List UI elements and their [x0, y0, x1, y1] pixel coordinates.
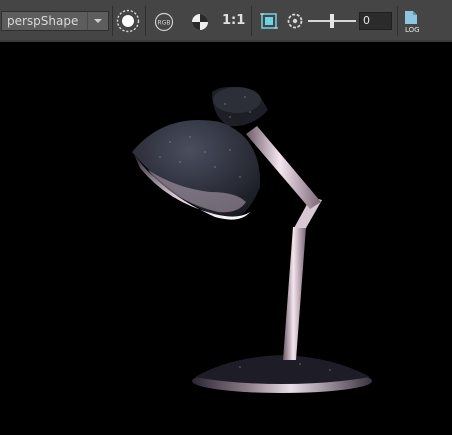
rgb-channel-icon[interactable]: RGB	[154, 12, 174, 36]
render-viewport[interactable]	[0, 42, 452, 431]
frame-all-icon[interactable]	[259, 11, 279, 35]
render-view-toolbar: perspShape RGB 1:1 0 LOG	[0, 0, 452, 42]
rgb-label: RGB	[158, 20, 171, 27]
log-label: LOG	[405, 26, 420, 34]
render-region-icon[interactable]	[116, 9, 140, 37]
snapshot-icon[interactable]	[286, 12, 304, 34]
camera-select[interactable]: perspShape	[1, 11, 109, 31]
toolbar-divider	[251, 6, 252, 36]
display-real-size-button[interactable]: 1:1	[222, 12, 245, 30]
desk-lamp-render	[132, 86, 372, 393]
gain-value-field[interactable]: 0	[359, 12, 392, 30]
toolbar-divider	[112, 6, 113, 36]
log-icon[interactable]: LOG	[403, 10, 425, 38]
gain-slider-thumb[interactable]	[330, 14, 334, 28]
chevron-down-icon[interactable]	[87, 12, 108, 30]
exposure-icon[interactable]	[190, 12, 210, 36]
camera-select-value: perspShape	[7, 14, 79, 28]
toolbar-divider	[397, 6, 398, 36]
toolbar-divider	[145, 6, 146, 36]
